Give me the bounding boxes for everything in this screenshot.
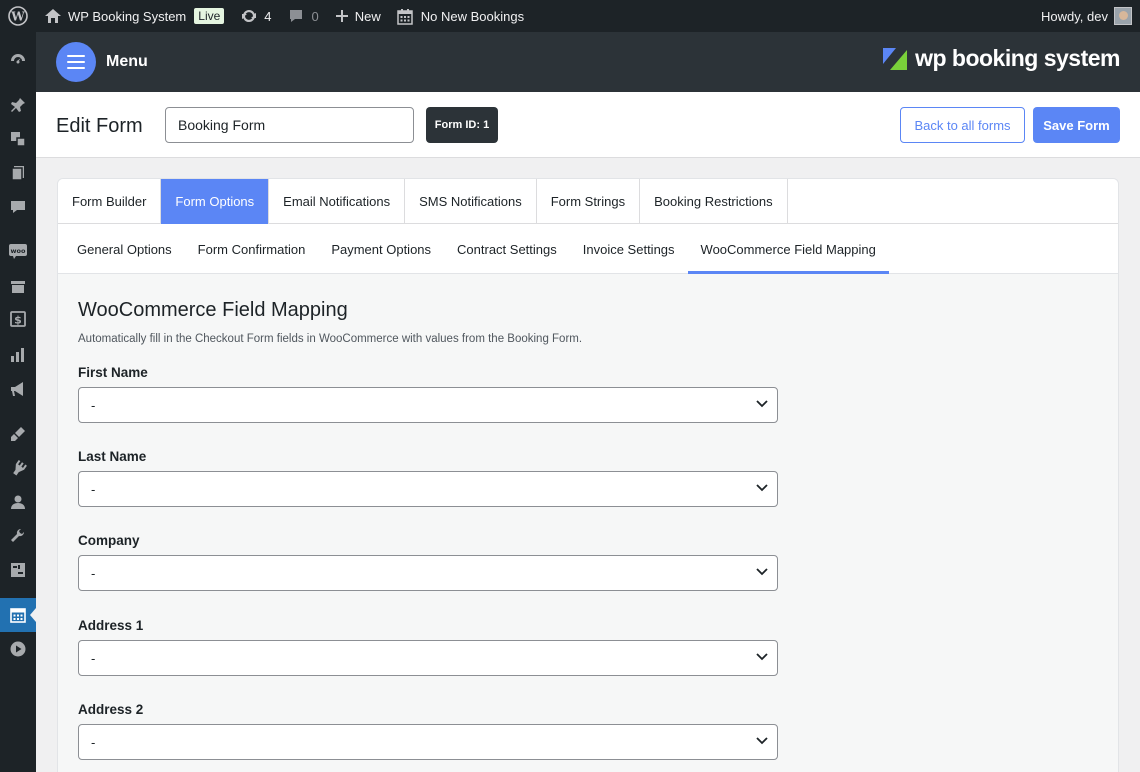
pages-icon[interactable] <box>0 156 36 190</box>
chevron-down-icon <box>756 484 768 492</box>
form-id-badge: Form ID: 1 <box>426 107 498 143</box>
svg-text:$: $ <box>14 314 22 327</box>
comments-link[interactable]: 0 <box>280 0 327 32</box>
first-name-select[interactable]: - <box>78 387 778 423</box>
field-address-1: Address 1 - <box>78 618 778 676</box>
field-label: Company <box>78 533 140 548</box>
last-name-select[interactable]: - <box>78 471 778 507</box>
svg-text:W: W <box>10 10 25 24</box>
select-value: - <box>91 734 96 750</box>
field-last-name: Last Name - <box>78 449 778 507</box>
tab-form-options[interactable]: Form Options <box>161 179 270 224</box>
save-form-button[interactable]: Save Form <box>1033 107 1120 143</box>
site-name: WP Booking System <box>68 8 187 24</box>
hamburger-icon <box>67 55 85 69</box>
tab-form-strings[interactable]: Form Strings <box>537 179 641 224</box>
plugin-header: Menu wp booking system <box>36 32 1140 92</box>
subtab-general-options[interactable]: General Options <box>64 224 185 274</box>
appearance-icon[interactable] <box>0 417 36 451</box>
money-icon[interactable]: $ <box>0 302 36 336</box>
settings-icon[interactable] <box>0 553 36 587</box>
play-icon[interactable] <box>0 632 36 666</box>
admin-bar: W WP Booking System Live 4 0 New No New … <box>0 0 1140 32</box>
updates-link[interactable]: 4 <box>232 0 279 32</box>
menu-button[interactable] <box>56 42 96 82</box>
field-label: First Name <box>78 365 148 380</box>
chevron-down-icon <box>756 568 768 576</box>
updates-count: 4 <box>264 8 272 24</box>
select-value: - <box>91 565 96 581</box>
tab-sms-notifications[interactable]: SMS Notifications <box>405 179 537 224</box>
sub-tabs: General Options Form Confirmation Paymen… <box>58 224 1118 274</box>
section-title: WooCommerce Field Mapping <box>78 299 348 321</box>
select-value: - <box>91 481 96 497</box>
calendar-icon[interactable] <box>0 598 36 632</box>
select-value: - <box>91 650 96 666</box>
subtab-payment-options[interactable]: Payment Options <box>318 224 444 274</box>
users-icon[interactable] <box>0 485 36 519</box>
chevron-down-icon <box>756 400 768 408</box>
company-select[interactable]: - <box>78 555 778 591</box>
subtab-invoice-settings[interactable]: Invoice Settings <box>570 224 688 274</box>
svg-text:woo: woo <box>11 247 26 255</box>
account-menu[interactable]: Howdy, dev <box>1033 0 1140 32</box>
megaphone-icon[interactable] <box>0 372 36 406</box>
field-address-2: Address 2 - <box>78 702 778 760</box>
pin-icon[interactable] <box>0 88 36 122</box>
bookings-label: No New Bookings <box>420 8 525 24</box>
tab-email-notifications[interactable]: Email Notifications <box>269 179 406 224</box>
brand-mark-icon <box>883 47 908 70</box>
page-title: Edit Form <box>56 115 143 137</box>
back-to-forms-button[interactable]: Back to all forms <box>900 107 1025 143</box>
chart-icon[interactable] <box>0 338 36 372</box>
form-options-card: Form Builder Form Options Email Notifica… <box>57 178 1119 772</box>
tools-icon[interactable] <box>0 519 36 553</box>
subtab-woocommerce-field-mapping[interactable]: WooCommerce Field Mapping <box>687 224 889 274</box>
main-tabs: Form Builder Form Options Email Notifica… <box>58 179 1118 224</box>
form-name-input[interactable] <box>165 107 414 143</box>
dashboard-icon[interactable] <box>0 43 36 77</box>
greeting: Howdy, dev <box>1041 8 1108 24</box>
brand-logo: wp booking system <box>881 45 1120 72</box>
comments-icon[interactable] <box>0 190 36 224</box>
new-label: New <box>354 8 381 24</box>
edit-form-header: Edit Form Form ID: 1 Back to all forms S… <box>36 92 1140 158</box>
calendar-icon <box>397 8 413 25</box>
admin-sidebar: woo $ <box>0 32 36 772</box>
home-icon <box>44 8 62 24</box>
address-2-select[interactable]: - <box>78 724 778 760</box>
bookings-link[interactable]: No New Bookings <box>389 0 532 32</box>
new-content-link[interactable]: New <box>327 0 389 32</box>
subtab-form-confirmation[interactable]: Form Confirmation <box>185 224 319 274</box>
updates-icon <box>240 7 258 25</box>
select-value: - <box>91 397 96 413</box>
subtab-contract-settings[interactable]: Contract Settings <box>444 224 570 274</box>
woo-icon[interactable]: woo <box>0 234 36 268</box>
chevron-down-icon <box>756 653 768 661</box>
comment-icon <box>288 8 304 24</box>
site-name-link[interactable]: WP Booking System Live <box>36 0 232 32</box>
plugins-icon[interactable] <box>0 451 36 485</box>
field-label: Last Name <box>78 449 147 464</box>
avatar <box>1114 7 1132 25</box>
section-description: Automatically fill in the Checkout Form … <box>78 333 583 345</box>
field-label: Address 1 <box>78 618 144 633</box>
plus-icon <box>335 9 349 23</box>
tab-booking-restrictions[interactable]: Booking Restrictions <box>640 179 788 224</box>
chevron-down-icon <box>756 737 768 745</box>
brand-text: wp booking system <box>915 45 1120 71</box>
media-icon[interactable] <box>0 122 36 156</box>
live-badge: Live <box>194 8 225 24</box>
menu-label[interactable]: Menu <box>106 53 148 71</box>
comments-count: 0 <box>311 8 319 24</box>
wordpress-logo-icon[interactable]: W <box>0 0 36 32</box>
field-company: Company - <box>78 533 778 591</box>
field-first-name: First Name - <box>78 365 778 423</box>
tab-form-builder[interactable]: Form Builder <box>58 179 162 224</box>
address-1-select[interactable]: - <box>78 640 778 676</box>
archive-icon[interactable] <box>0 270 36 304</box>
field-label: Address 2 <box>78 702 144 717</box>
